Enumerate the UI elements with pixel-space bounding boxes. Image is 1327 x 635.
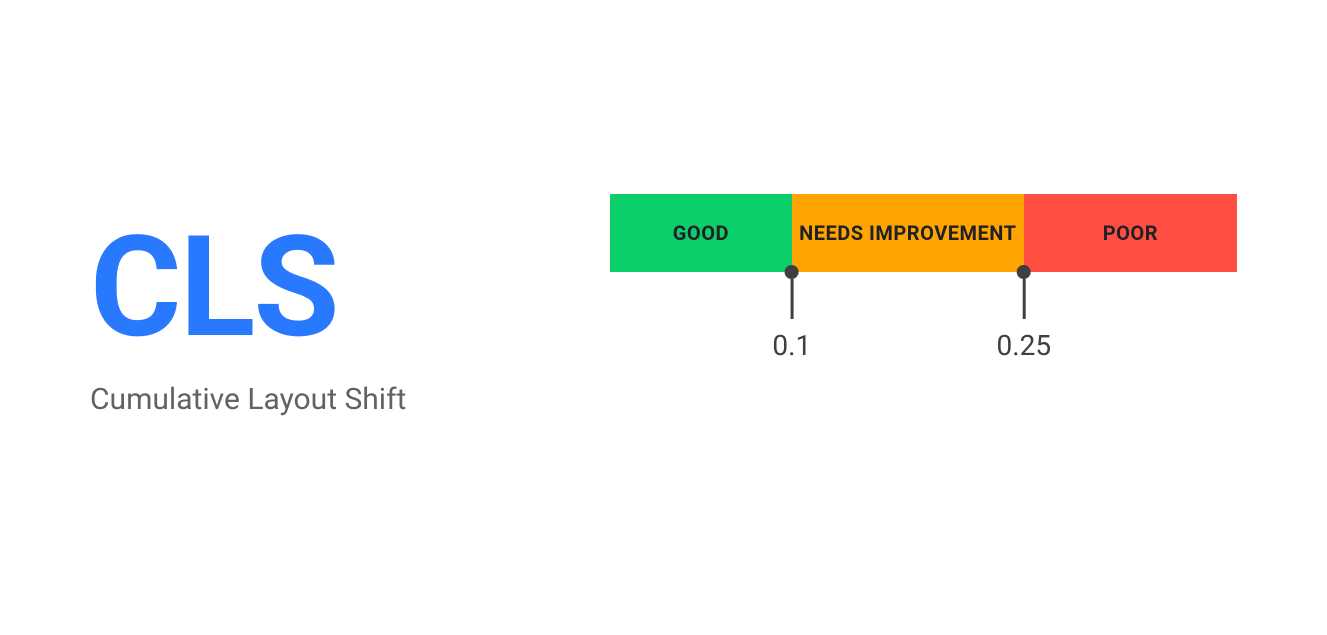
marker-dot-icon [785,265,799,279]
metric-title-block: CLS Cumulative Layout Shift [90,218,590,417]
segment-needs-improvement: NEEDS IMPROVEMENT [792,194,1024,272]
threshold-value-good: 0.1 [772,329,811,362]
segment-poor: POOR [1024,194,1237,272]
segment-good: GOOD [610,194,792,272]
threshold-value-needs: 0.25 [997,329,1052,362]
diagram-container: CLS Cumulative Layout Shift GOOD NEEDS I… [0,0,1327,635]
marker-line-icon [790,279,793,319]
metric-full-name: Cumulative Layout Shift [90,382,590,417]
threshold-scale: GOOD NEEDS IMPROVEMENT POOR 0.1 0.25 [610,194,1237,414]
threshold-marker-good: 0.1 [772,272,811,362]
metric-abbreviation: CLS [90,218,590,358]
marker-line-icon [1022,279,1025,319]
marker-dot-icon [1017,265,1031,279]
scale-bar: GOOD NEEDS IMPROVEMENT POOR [610,194,1237,272]
threshold-marker-needs: 0.25 [997,272,1052,362]
